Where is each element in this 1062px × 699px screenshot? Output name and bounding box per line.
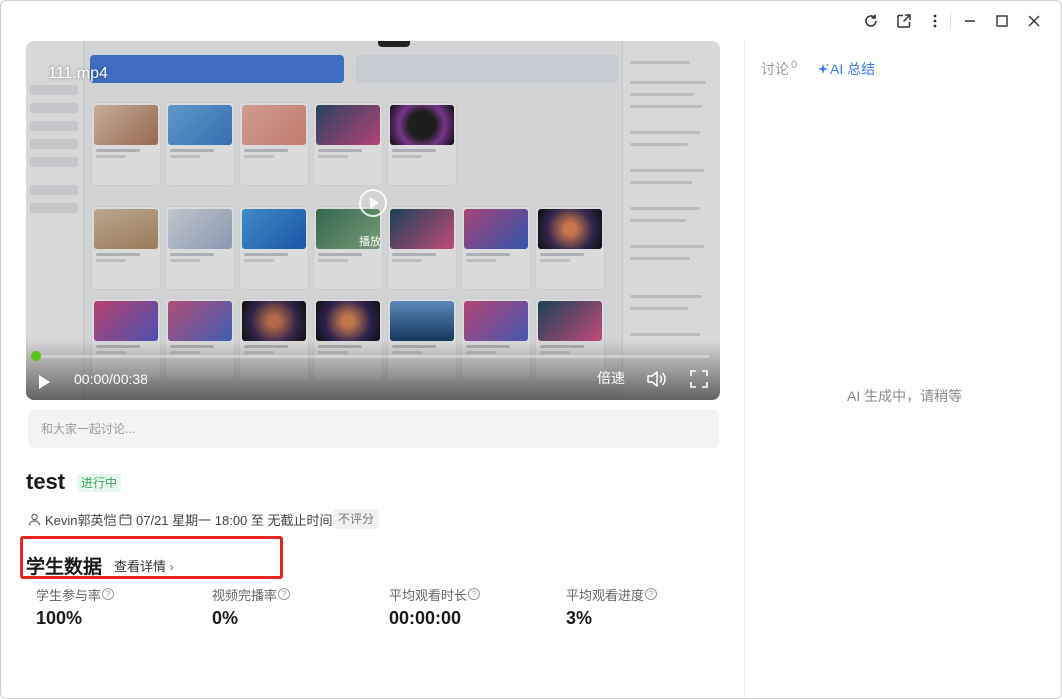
stat-value: 100% [36,608,83,628]
status-badge: 进行中 [77,474,122,492]
stat-value: 3% [566,608,593,628]
discussion-count: 0 [791,59,798,72]
ai-status-text: AI 生成中，请稍等 [847,388,963,404]
video-progress-bar[interactable] [36,355,710,358]
volume-icon[interactable] [646,368,668,390]
video-player[interactable]: 111.mp4 播放 00:00/00:38 倍速 [26,41,720,400]
video-progress-knob[interactable] [31,351,41,361]
column-divider [744,41,745,698]
video-title: 111.mp4 [48,65,108,82]
schedule-info: 07/21 星期一 18:00 至 无截止时间 [119,510,333,528]
maximize-icon[interactable] [990,9,1014,33]
chevron-right-icon: › [169,560,174,574]
video-notch [378,41,410,47]
tab-ai-summary[interactable]: AI 总结 [817,59,875,79]
student-data-title: 学生数据 [26,557,103,578]
stat-participation: 学生参与率? 100% [36,586,115,629]
view-details-label: 查看详情 [114,559,167,574]
sparkle-icon [818,63,829,74]
center-play-label: 播放 [359,236,381,248]
close-icon[interactable] [1022,9,1046,33]
stat-label: 平均观看时长 [389,587,468,603]
page-title: test [26,469,66,494]
grading-badge: 不评分 [333,509,380,529]
video-time: 00:00/00:38 [74,371,148,387]
refresh-icon[interactable] [859,9,883,33]
view-details-link[interactable]: 查看详情 › [114,556,174,575]
center-play-icon[interactable] [359,189,387,217]
help-icon[interactable]: ? [102,588,115,600]
minimize-icon[interactable] [958,9,982,33]
tab-discussion[interactable]: 讨论 0 [761,59,797,79]
help-icon[interactable]: ? [645,588,658,600]
play-icon[interactable] [36,374,52,390]
app-window: 111.mp4 播放 00:00/00:38 倍速 test 进行中 Kevin… [0,0,1062,699]
stat-avg-progress: 平均观看进度? 3% [566,586,658,629]
fullscreen-icon[interactable] [688,368,710,390]
title-bar [1,1,1061,41]
stat-value: 0% [212,608,239,628]
tab-discussion-label: 讨论 [761,61,789,77]
stat-label: 学生参与率 [36,587,102,603]
calendar-icon [119,513,132,525]
stat-completion: 视频完播率? 0% [212,586,291,629]
schedule-text: 07/21 星期一 18:00 至 无截止时间 [136,512,333,528]
speed-button[interactable]: 倍速 [597,368,625,388]
share-external-icon[interactable] [892,9,916,33]
teacher-name: Kevin郭英恺 [45,512,117,528]
help-icon[interactable]: ? [468,588,481,600]
discussion-input[interactable] [28,410,719,448]
stat-label: 视频完播率 [212,587,278,603]
help-icon[interactable]: ? [278,588,291,600]
titlebar-separator [950,13,951,29]
teacher-info: Kevin郭英恺 [28,510,117,528]
stat-label: 平均观看进度 [566,587,645,603]
more-vertical-icon[interactable] [923,9,947,33]
tab-ai-summary-label: AI 总结 [830,61,876,77]
stat-avg-duration: 平均观看时长? 00:00:00 [389,586,481,629]
user-icon [28,513,41,525]
stat-value: 00:00:00 [389,608,462,628]
